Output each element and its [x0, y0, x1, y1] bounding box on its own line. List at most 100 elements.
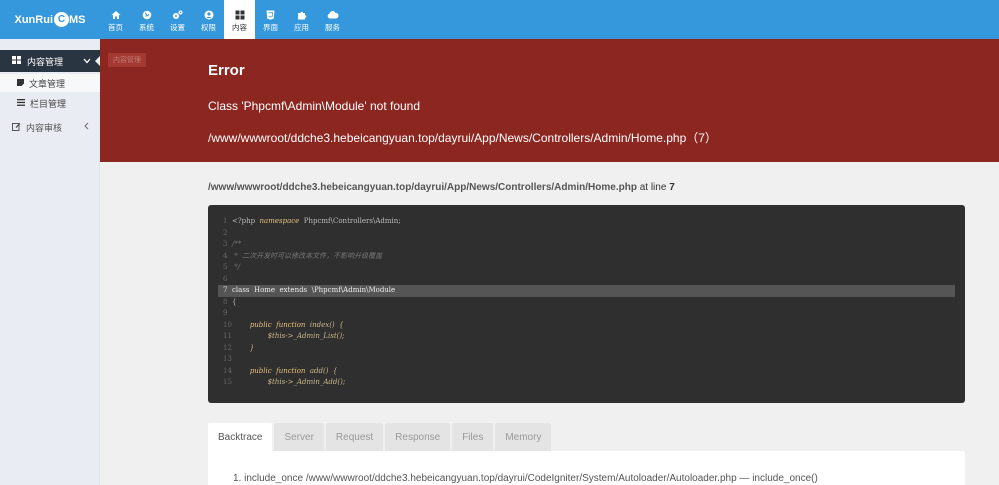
tab-files[interactable]: Files — [452, 423, 494, 451]
error-header: 内容管理 Error Class 'Phpcmf\Admin\Module' n… — [100, 39, 999, 162]
list-icon — [17, 98, 25, 108]
line-number: 1 — [223, 217, 228, 225]
line-number: 9 — [223, 309, 228, 317]
code-token: <?php — [232, 217, 260, 225]
line-number: 5 — [223, 263, 228, 271]
debug-tabs: Backtrace Server Request Response Files Memor… — [208, 423, 553, 451]
line-number: 2 — [223, 228, 228, 237]
breadcrumb[interactable]: 内容管理 — [108, 53, 146, 67]
error-message: Class 'Phpcmf\Admin\Module' not found — [208, 99, 421, 113]
code-line: 5 */ — [208, 262, 965, 274]
nav-content[interactable]: 内容 — [224, 0, 255, 39]
location-at-line: at line — [639, 182, 667, 193]
sidebar-item-articles[interactable]: 文章管理 — [0, 74, 100, 92]
user-icon — [204, 9, 214, 20]
nav-permissions-label: 权限 — [201, 23, 216, 32]
nav-home[interactable]: 首页 — [100, 0, 131, 39]
code-line: 12 } — [208, 343, 965, 355]
code-token: { — [232, 297, 237, 306]
logo[interactable]: XunRui C MS — [0, 0, 100, 39]
nav-services-label: 服务 — [325, 23, 340, 32]
code-token: $this->_Admin_List(); — [232, 332, 345, 340]
code-line: 8{ — [208, 297, 965, 309]
location-path: /www/wwwroot/ddche3.hebeicangyuan.top/da… — [208, 182, 637, 193]
nav-system-label: 系统 — [139, 23, 154, 32]
top-navbar: XunRui C MS 首页 系统 设置 权限 内容 界面 应用 服务 — [0, 0, 999, 39]
cloud-icon — [327, 9, 339, 20]
line-number: 13 — [223, 355, 232, 363]
home-icon — [111, 9, 121, 20]
code-line-highlighted: 7 class Home extends \Phpcmf\Admin\Module — [218, 285, 955, 297]
line-number: 10 — [223, 320, 232, 329]
nav-services[interactable]: 服务 — [317, 0, 348, 39]
tab-backtrace[interactable]: Backtrace — [208, 423, 273, 451]
line-number: 15 — [223, 378, 232, 386]
line-number: 14 — [223, 366, 232, 375]
code-token: namespace — [259, 217, 300, 225]
location-line-number: 7 — [669, 182, 675, 193]
error-title: Error — [208, 62, 245, 79]
code-line: 10 public function index() { — [208, 320, 965, 332]
nav-apps-label: 应用 — [294, 23, 309, 32]
code-token: public function — [249, 366, 306, 375]
puzzle-icon — [297, 9, 307, 20]
code-token: public function — [249, 320, 306, 329]
code-line: 4 * 二次开发时可以修改本文件，不影响升级覆盖 — [208, 251, 965, 263]
code-token: /** — [232, 240, 242, 248]
sidebar-item-label: 栏目管理 — [30, 98, 67, 109]
source-code-block: 1 <?php namespace Phpcmf\Controllers\Admi… — [208, 205, 965, 403]
nav-content-label: 内容 — [232, 23, 247, 32]
backtrace-item: 1. include_once /www/wwwroot/ddche3.hebe… — [233, 473, 818, 484]
code-token: class Home extends \Phpcmf\Admin\Module — [232, 286, 396, 294]
code-line: 15 $this->_Admin_Add(); — [208, 377, 965, 389]
code-line: 14 public function add() { — [208, 366, 965, 378]
code-line: 13 — [208, 354, 965, 366]
line-number: 3 — [223, 240, 228, 248]
code-token: $this->_Admin_Add(); — [232, 378, 346, 386]
grid-icon — [12, 56, 21, 66]
nav-permissions[interactable]: 权限 — [193, 0, 224, 39]
sidebar-group-label: 内容审核 — [26, 122, 63, 133]
code-token: add() { — [305, 366, 338, 375]
nav-interface[interactable]: 界面 — [255, 0, 286, 39]
logo-c: C — [54, 12, 69, 27]
code-line: 9 — [208, 308, 965, 320]
tab-request[interactable]: Request — [325, 423, 384, 451]
backtrace-panel: 1. include_once /www/wwwroot/ddche3.hebe… — [208, 451, 965, 485]
code-line: 1 <?php namespace Phpcmf\Controllers\Admi… — [208, 216, 965, 228]
chevron-down-icon — [83, 56, 91, 66]
code-line: 11 $this->_Admin_List(); — [208, 331, 965, 343]
sidebar-item-columns[interactable]: 栏目管理 — [0, 94, 100, 112]
sidebar-header-label: 内容管理 — [27, 56, 64, 67]
tab-response[interactable]: Response — [385, 423, 451, 451]
line-number: 4 — [223, 251, 228, 260]
tab-memory[interactable]: Memory — [495, 423, 552, 451]
grid-icon — [235, 9, 245, 20]
top-nav: 首页 系统 设置 权限 内容 界面 应用 服务 — [100, 0, 348, 39]
logo-text-left: XunRui — [14, 13, 54, 26]
nav-settings[interactable]: 设置 — [162, 0, 193, 39]
code-token: */ — [232, 263, 241, 271]
error-file: /www/wwwroot/ddche3.hebeicangyuan.top/da… — [208, 131, 717, 145]
code-token: } — [232, 343, 255, 352]
nav-apps[interactable]: 应用 — [286, 0, 317, 39]
globe-icon — [142, 9, 152, 20]
tab-server[interactable]: Server — [274, 423, 324, 451]
square-icon — [17, 78, 24, 88]
edit-icon — [12, 122, 21, 133]
sidebar-header-content-management[interactable]: 内容管理 — [0, 50, 101, 72]
line-number: 6 — [223, 274, 228, 283]
line-number: 11 — [223, 332, 232, 340]
sidebar-group-content-review[interactable]: 内容审核 — [0, 118, 100, 136]
nav-system[interactable]: 系统 — [131, 0, 162, 39]
code-token: Phpcmf\Controllers\Admin; — [299, 217, 401, 225]
nav-interface-label: 界面 — [263, 23, 278, 32]
html5-icon — [266, 9, 275, 20]
logo-text-right: MS — [69, 13, 86, 26]
gears-icon — [172, 9, 183, 20]
code-token: index() { — [305, 320, 344, 329]
code-line: 3 /** — [208, 239, 965, 251]
code-line: 6 — [208, 274, 965, 286]
